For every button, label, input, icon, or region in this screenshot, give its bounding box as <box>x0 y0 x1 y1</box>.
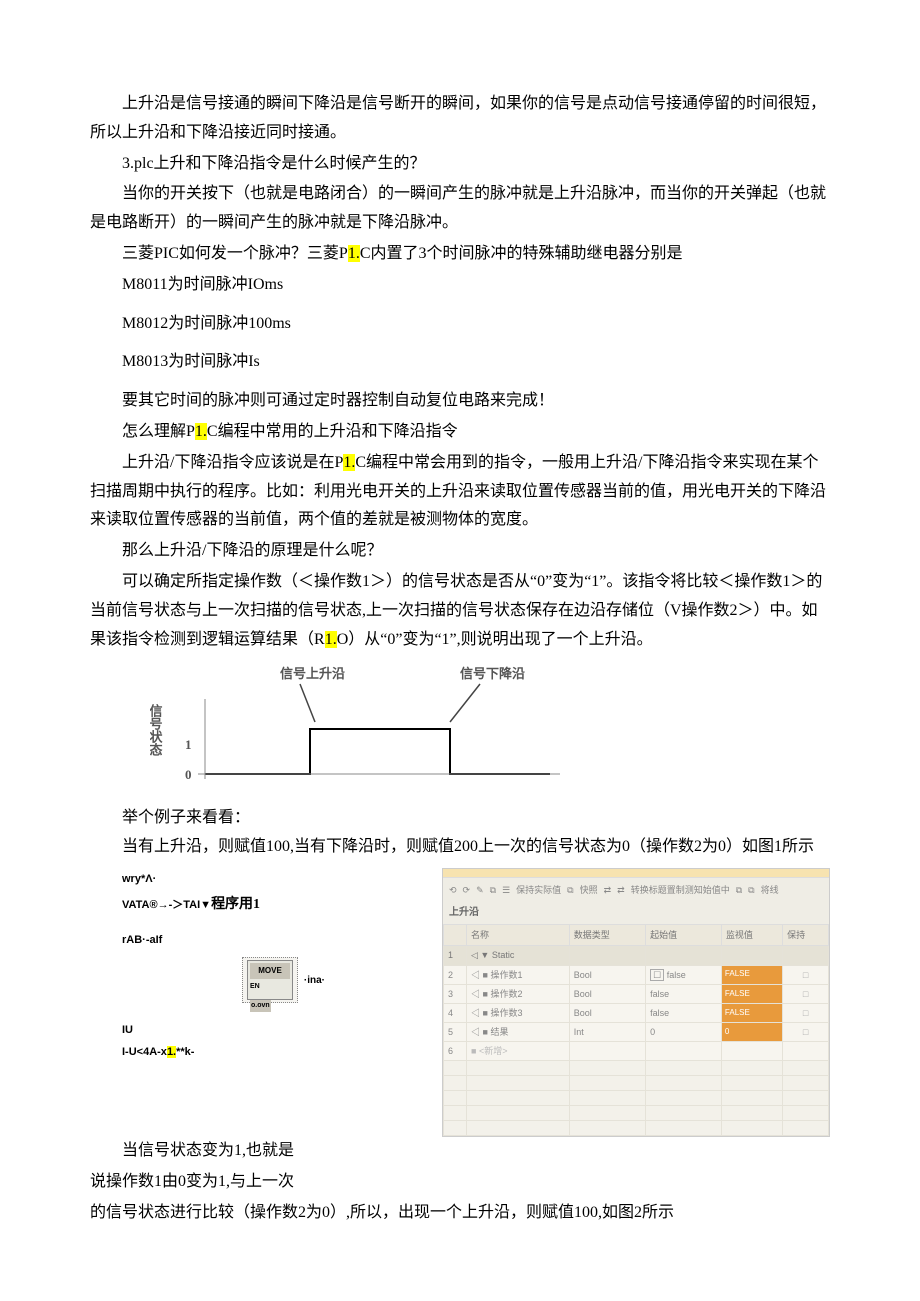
tool-label: 保持实际值 <box>516 882 561 898</box>
label-rising: 信号上升沿 <box>280 666 345 681</box>
tool-icon[interactable]: ✎ <box>476 882 484 898</box>
table-row[interactable]: 4◁ ■ 操作数3BoolfalseFALSE□ <box>444 1003 829 1022</box>
svg-text:0: 0 <box>185 767 192 782</box>
col-monitor: 监视值 <box>721 925 782 946</box>
label-y: 信号状态 <box>150 704 163 758</box>
highlight: 1. <box>348 245 360 262</box>
table-row <box>444 1061 829 1076</box>
tool-icon[interactable]: ⇄ <box>604 882 612 898</box>
svg-text:1: 1 <box>185 737 192 752</box>
table-row <box>444 1106 829 1121</box>
para-10: 上升沿/下降沿指令应该说是在P1.C编程中常会用到的指令，一般用上升沿/下降沿指… <box>90 449 830 535</box>
after-p2: 说操作数1由0变为1,与上一次 <box>90 1168 830 1197</box>
para-9: 怎么理解P1.C编程中常用的上升沿和下降沿指令 <box>90 418 830 447</box>
tool-icon[interactable]: ⟳ <box>463 882 471 898</box>
data-table: ⟲ ⟳ ✎ ⧉ ☰ 保持实际值 ⧉ 快照 ⇄ ⇄ 转换标题置制测知始值中 ⧉ ⧉… <box>442 868 830 1138</box>
para-6: M8012为时间脉冲100ms <box>90 310 830 339</box>
col-name: 名称 <box>467 925 570 946</box>
para-4: 三菱PIC如何发一个脉冲？三菱P1.C内置了3个时间脉冲的特殊辅助继电器分别是 <box>90 240 830 269</box>
col-keep: 保持 <box>783 925 829 946</box>
highlight: 1. <box>195 423 207 440</box>
tool-icon[interactable]: ⧉ <box>567 882 573 898</box>
highlight: 1. <box>343 454 355 471</box>
col-type: 数据类型 <box>569 925 645 946</box>
table-row <box>444 1121 829 1136</box>
move-block: MOVE EN o.ovn ·ina· <box>242 957 298 1003</box>
label-falling: 信号下降沿 <box>460 666 525 681</box>
tool-icon[interactable]: ⧉ <box>748 882 754 898</box>
signal-diagram: 信号上升沿 信号下降沿 信号状态 1 0 <box>150 664 830 794</box>
para-11: 那么上升沿/下降沿的原理是什么呢？ <box>90 537 830 566</box>
tool-label: 转换标题置制测知始值中 <box>631 882 730 898</box>
table-row[interactable]: 3◁ ■ 操作数2BoolfalseFALSE□ <box>444 984 829 1003</box>
table-row[interactable]: 6■ <新增> <box>444 1042 829 1061</box>
tool-icon[interactable]: ⧉ <box>736 882 742 898</box>
tool-icon[interactable]: ⧉ <box>490 882 496 898</box>
para-8: 要其它时间的脉冲则可通过定时器控制自动复位电路来完成！ <box>90 387 830 416</box>
tool-icon[interactable]: ☰ <box>502 882 510 898</box>
table-row[interactable]: 2◁ ■ 操作数1Bool☐ falseFALSE□ <box>444 965 829 984</box>
tool-label: 快照 <box>580 882 598 898</box>
table-row[interactable]: 5◁ ■ 结果Int00□ <box>444 1023 829 1042</box>
highlight: 1. <box>325 631 337 648</box>
para-1: 上升沿是信号接通的瞬间下降沿是信号断开的瞬间，如果你的信号是点动信号接通停留的时… <box>90 90 830 148</box>
col-start: 起始值 <box>646 925 722 946</box>
para-7: M8013为时间脉冲Is <box>90 348 830 377</box>
para-3: 当你的开关按下（也就是电路闭合）的一瞬间产生的脉冲就是上升沿脉冲，而当你的开关弹… <box>90 180 830 238</box>
example-l2: 当有上升沿，则赋值100,当有下降沿时，则赋值200上一次的信号状态为0（操作数… <box>122 833 830 862</box>
para-12: 可以确定所指定操作数（＜操作数1＞）的信号状态是否从“0”变为“1”。该指令将比… <box>90 568 830 654</box>
table-row <box>444 1076 829 1091</box>
table-row[interactable]: 1◁ ▼ Static <box>444 946 829 965</box>
example-block: 举个例子来看看： 当有上升沿，则赋值100,当有下降沿时，则赋值200上一次的信… <box>122 804 830 1137</box>
after-p3: 的信号状态进行比较（操作数2为0）,所以，出现一个上升沿，则赋值100,如图2所… <box>90 1199 830 1228</box>
tool-icon[interactable]: ⇄ <box>617 882 625 898</box>
example-l1: 举个例子来看看： <box>122 804 830 833</box>
table-row <box>444 1091 829 1106</box>
para-2: 3.plc上升和下降沿指令是什么时候产生的？ <box>90 150 830 179</box>
para-5: M8011为时间脉冲IOms <box>90 271 830 300</box>
after-p1: 当信号状态变为1,也就是 <box>90 1137 830 1166</box>
tool-icon[interactable]: ⟲ <box>449 882 457 898</box>
code-snippet: wry*Λ· VATA®→-＞TAI▼程序用1 rAB·-aIf MOVE EN… <box>122 868 422 1064</box>
